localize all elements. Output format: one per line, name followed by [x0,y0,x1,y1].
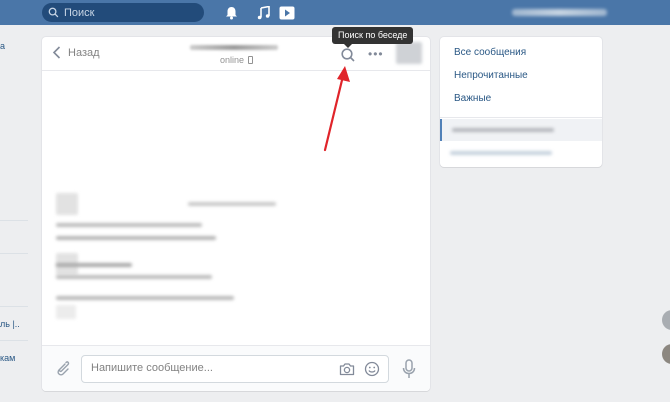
microphone-icon[interactable] [402,359,416,379]
more-actions-button[interactable]: ••• [368,48,384,60]
contact-name-blurred[interactable] [190,45,278,50]
blurred-message [56,223,202,227]
blurred-avatar [56,305,76,319]
message-field[interactable] [81,355,389,383]
annotation-arrow [323,66,350,152]
edge-avatar[interactable] [662,344,670,364]
music-icon[interactable] [254,4,272,21]
status-text: online [220,55,245,65]
chevron-left-icon [52,46,61,59]
bell-icon[interactable] [222,4,240,21]
search-icon [48,7,59,18]
conversation-item[interactable] [440,143,602,165]
online-status: online [220,55,254,65]
left-nav-fragment[interactable]: кам [0,353,15,363]
blurred-avatar [56,193,78,215]
message-input[interactable] [91,362,331,374]
blurred-conversation-name [450,151,552,155]
play-icon[interactable] [278,4,296,21]
search-tooltip: Поиск по беседе [332,27,414,48]
back-button[interactable]: Назад [52,46,100,59]
blurred-message [56,296,234,300]
messages-filter-menu: Все сообщения Непрочитанные Важные [440,37,602,167]
top-bar [0,0,670,25]
blurred-message [56,236,216,240]
edge-avatar[interactable] [662,310,670,330]
composer [42,345,430,391]
search-conversation-icon[interactable] [340,47,356,63]
chat-panel: Назад online ••• [42,37,430,391]
divider [0,220,28,221]
divider [0,306,28,307]
user-name-blurred[interactable] [512,9,607,16]
emoji-icon[interactable] [364,361,380,377]
search-input[interactable] [64,6,204,19]
divider [0,340,28,341]
avatar[interactable] [396,42,422,64]
blurred-message [188,202,276,206]
blurred-message [56,275,212,279]
left-nav-fragment[interactable]: ль |.. [0,319,20,329]
back-label: Назад [68,46,100,59]
blurred-conversation-name [452,128,554,132]
divider [440,117,602,118]
menu-item-important[interactable]: Важные [454,93,491,104]
left-nav-fragment[interactable]: а [0,41,5,51]
paperclip-icon[interactable] [54,360,70,378]
blurred-message [56,263,132,267]
menu-item-all-messages[interactable]: Все сообщения [454,47,526,58]
conversation-item-active[interactable] [440,119,602,141]
camera-icon[interactable] [339,362,355,376]
menu-item-unread[interactable]: Непрочитанные [454,70,528,81]
mobile-icon [248,56,254,64]
search-box[interactable] [42,3,204,22]
divider [0,253,28,254]
